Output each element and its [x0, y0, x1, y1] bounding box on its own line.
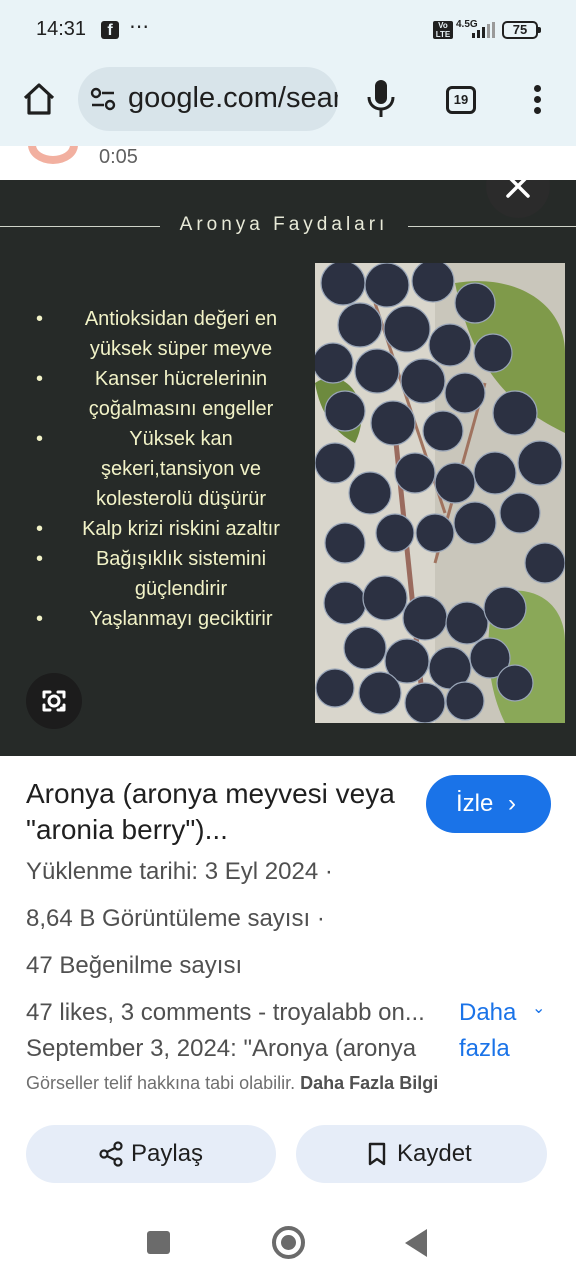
separator-dot: ·	[324, 858, 333, 885]
url-bar[interactable]: google.com/search	[78, 67, 338, 131]
divider	[408, 226, 576, 227]
background-result: 0:05	[0, 146, 576, 180]
status-bar: 14:31 f ⋯ Vo LTE 4.5G 75	[0, 0, 576, 62]
benefit-item: Antioksidan değeri en yüksek süper meyve	[36, 304, 296, 364]
upload-date: Yüklenme tarihi: 3 Eyl 2024	[26, 858, 319, 885]
copyright-notice: Görseller telif hakkına tabi olabilir. D…	[26, 1073, 438, 1094]
watch-button[interactable]: İzle ›	[426, 775, 551, 833]
learn-more-link[interactable]: Daha Fazla Bilgi	[300, 1073, 438, 1093]
benefit-item: Yaşlanmayı geciktirir	[36, 604, 296, 634]
watch-label: İzle	[456, 790, 494, 817]
battery-icon: 75	[502, 21, 541, 39]
signal-icon	[472, 22, 495, 38]
share-label: Paylaş	[131, 1140, 204, 1167]
more-link[interactable]: Daha fazla	[459, 995, 523, 1067]
divider	[0, 226, 160, 227]
upload-date-row: Yüklenme tarihi: 3 Eyl 2024 ·	[26, 858, 333, 886]
google-lens-button[interactable]	[26, 673, 82, 729]
benefit-item: Kanser hücrelerinin çoğalmasını engeller	[36, 364, 296, 424]
home-icon[interactable]	[20, 80, 58, 118]
more-vert-icon[interactable]	[524, 82, 550, 118]
save-button[interactable]: Kaydet	[296, 1125, 547, 1183]
description-line: September 3, 2024: "Aronya (aronya	[26, 1035, 417, 1062]
video-duration: 0:05	[99, 146, 138, 168]
home-nav-icon[interactable]	[272, 1226, 305, 1259]
image-viewer[interactable]: Aronya Faydaları Antioksidan değeri en y…	[0, 180, 576, 756]
site-settings-icon[interactable]	[90, 87, 116, 111]
view-count: 8,64 B Görüntüleme sayısı	[26, 905, 311, 932]
views-row: 8,64 B Görüntüleme sayısı ·	[26, 905, 325, 933]
url-text[interactable]: google.com/search	[128, 82, 338, 115]
description-line: 47 likes, 3 comments - troyalabb on...	[26, 999, 425, 1026]
benefit-item: Bağışıklık sistemini güçlendirir	[36, 544, 296, 604]
recents-icon[interactable]	[147, 1231, 170, 1254]
mic-icon[interactable]	[364, 78, 398, 120]
tabs-icon[interactable]: 19	[446, 86, 476, 114]
close-button[interactable]	[486, 180, 550, 218]
separator-dot: ·	[316, 905, 325, 932]
copyright-text: Görseller telif hakkına tabi olabilir.	[26, 1073, 296, 1093]
video-thumbnail-icon	[28, 146, 78, 164]
result-title[interactable]: Aronya (aronya meyvesi veya "aronia berr…	[26, 776, 396, 848]
share-button[interactable]: Paylaş	[26, 1125, 276, 1183]
likes-row: 47 Beğenilme sayısı	[26, 952, 242, 980]
close-icon	[506, 180, 530, 198]
aronia-berries-photo	[315, 263, 565, 723]
description: 47 likes, 3 comments - troyalabb on... S…	[26, 995, 451, 1067]
like-count: 47 Beğenilme sayısı	[26, 952, 243, 979]
back-icon[interactable]	[405, 1229, 427, 1257]
image-title: Aronya Faydaları	[179, 214, 389, 235]
browser-toolbar: google.com/search 19	[0, 62, 576, 146]
benefit-item: Yüksek kan şekeri,tansiyon ve kolesterol…	[36, 424, 296, 514]
share-icon	[99, 1141, 123, 1167]
volte-icon: Vo LTE	[433, 21, 453, 39]
save-label: Kaydet	[397, 1140, 472, 1167]
system-nav-bar	[0, 1200, 576, 1280]
more-notifications-icon: ⋯	[129, 16, 150, 38]
bookmark-icon	[368, 1142, 386, 1166]
facebook-icon: f	[101, 21, 119, 39]
lens-icon	[42, 690, 66, 712]
benefit-item: Kalp krizi riskini azaltır	[36, 514, 296, 544]
benefit-list: Antioksidan değeri en yüksek süper meyve…	[36, 304, 296, 634]
chevron-right-icon: ›	[508, 790, 516, 817]
chevron-down-icon[interactable]: ⌄	[532, 998, 545, 1018]
status-time: 14:31	[36, 18, 87, 40]
